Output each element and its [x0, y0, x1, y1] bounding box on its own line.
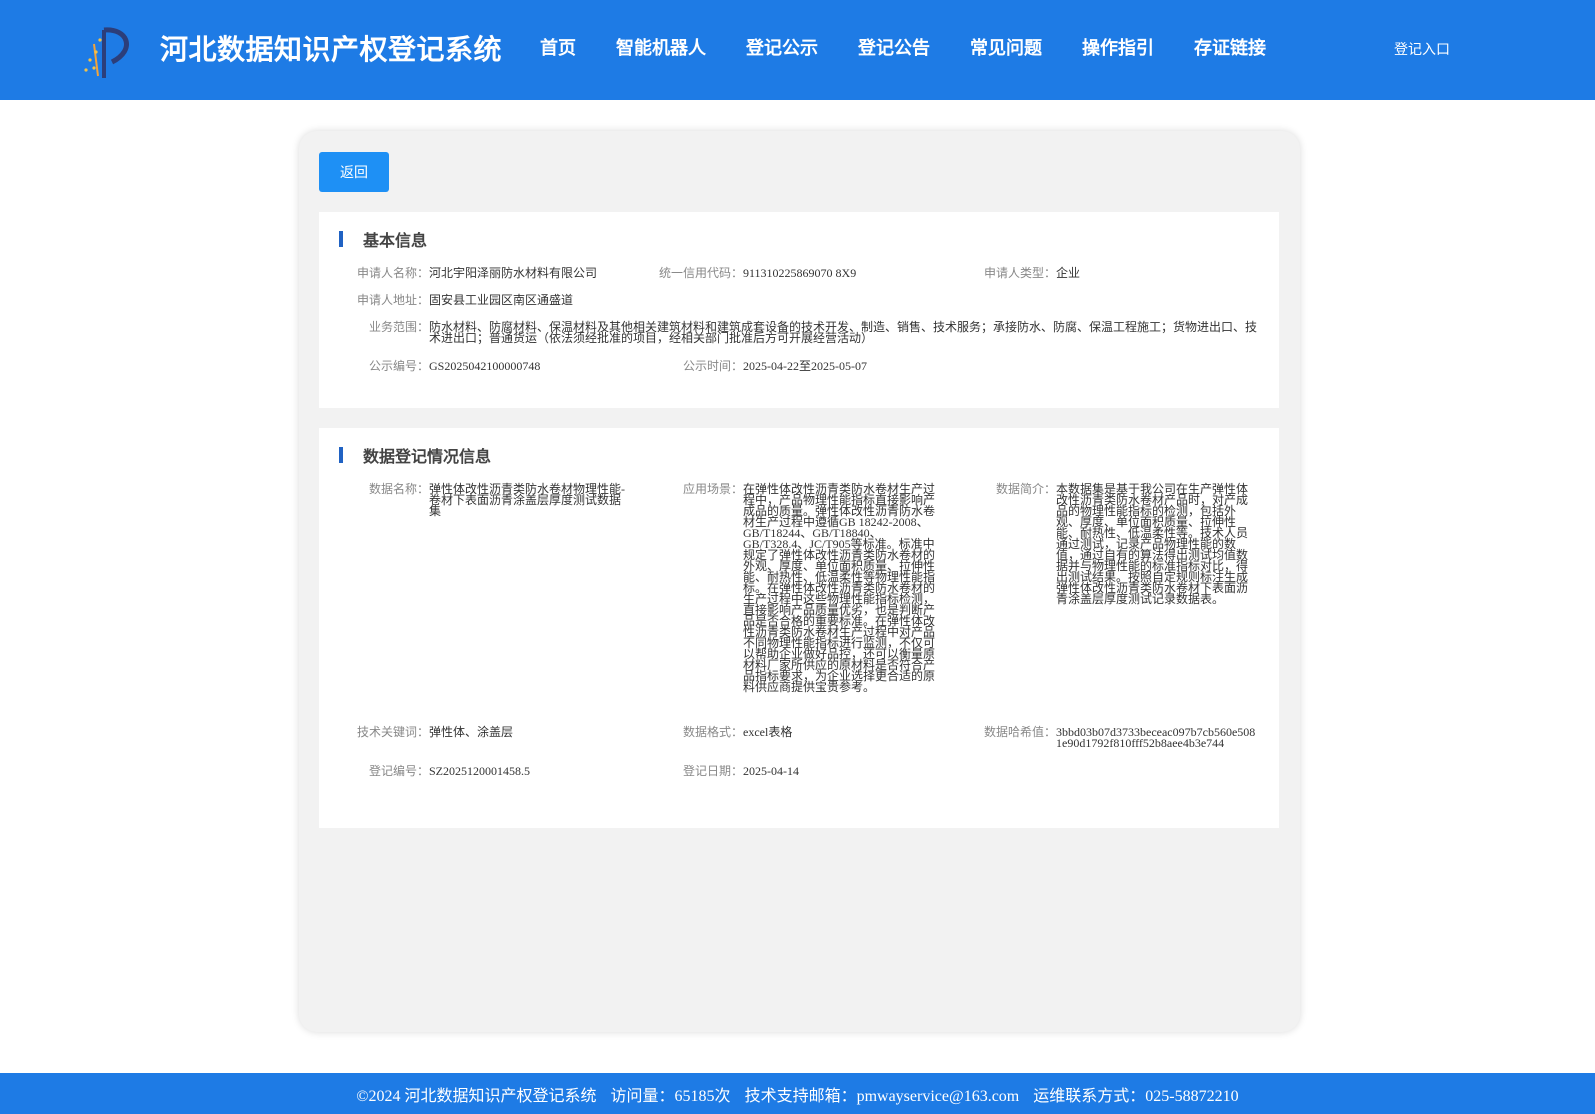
nav-faq[interactable]: 常见问题	[970, 34, 1042, 60]
nav-guide[interactable]: 操作指引	[1082, 34, 1154, 60]
title-marker	[339, 447, 343, 463]
credit-code-field: 统一信用代码： 911310225869070 8X9	[658, 266, 857, 280]
nav-publicity[interactable]: 登记公示	[746, 34, 818, 60]
main-nav: 首页 智能机器人 登记公示 登记公告 常见问题 操作指引 存证链接	[540, 34, 1306, 60]
footer-visit-count: 访问量：65185次	[610, 1087, 731, 1105]
data-intro-field: 数据简介： 本数据集是基于我公司在生产弹性体改性沥青类防水卷材产品时，对产成品的…	[995, 482, 1249, 606]
business-scope-field: 业务范围： 防水材料、防腐材料、保温材料及其他相关建筑材料和建筑成套设备的技术开…	[368, 320, 1258, 345]
notice-number-field: 公示编号： GS2025042100000748	[368, 359, 541, 373]
footer-contact-phone: 运维联系方式：025-58872210	[1033, 1087, 1239, 1105]
registration-info-card: 数据登记情况信息 数据名称： 弹性体改性沥青类防水卷材物理性能-卷材下表面沥青涂…	[319, 428, 1279, 828]
footer-copyright: ©2024 河北数据知识产权登记系统	[356, 1087, 597, 1105]
footer-bar: ©2024 河北数据知识产权登记系统 访问量：65185次 技术支持邮箱：pmw…	[0, 1073, 1595, 1114]
scenario-field: 应用场景： 在弹性体改性沥青类防水卷材生产过程中，产品物理性能指标直接影响产成品…	[682, 482, 936, 694]
nav-robot[interactable]: 智能机器人	[616, 34, 706, 60]
applicant-type-field: 申请人类型： 企业	[983, 266, 1081, 280]
data-hash-field: 数据哈希值： 3bbd03b07d3733beceac097b7cb560e50…	[983, 725, 1256, 750]
keywords-field: 技术关键词： 弹性体、涂盖层	[356, 725, 514, 739]
site-title: 河北数据知识产权登记系统	[160, 33, 503, 66]
applicant-address-field: 申请人地址： 固安县工业园区南区通盛道	[356, 293, 574, 307]
notice-time-field: 公示时间： 2025-04-22至2025-05-07	[682, 359, 867, 373]
registration-info-title: 数据登记情况信息	[339, 446, 491, 466]
data-name-field: 数据名称： 弹性体改性沥青类防水卷材物理性能-卷材下表面沥青涂盖层厚度测试数据集	[368, 482, 625, 518]
login-link[interactable]: 登记入口	[1394, 39, 1450, 59]
registration-number-field: 登记编号： SZ2025120001458.5	[368, 764, 531, 778]
nav-home[interactable]: 首页	[540, 34, 576, 60]
basic-info-card: 基本信息 申请人名称： 河北宇阳泽丽防水材料有限公司 统一信用代码： 91131…	[319, 212, 1279, 408]
detail-panel: 返回 基本信息 申请人名称： 河北宇阳泽丽防水材料有限公司 统一信用代码： 91…	[299, 131, 1300, 1032]
title-marker	[339, 231, 343, 247]
registration-date-field: 登记日期： 2025-04-14	[682, 764, 799, 778]
top-header: 河北数据知识产权登记系统 首页 智能机器人 登记公示 登记公告 常见问题 操作指…	[0, 0, 1595, 100]
data-format-field: 数据格式： excel表格	[682, 725, 793, 739]
nav-evidence-link[interactable]: 存证链接	[1194, 34, 1266, 60]
nav-announcement[interactable]: 登记公告	[858, 34, 930, 60]
applicant-name-field: 申请人名称： 河北宇阳泽丽防水材料有限公司	[356, 266, 598, 280]
back-button[interactable]: 返回	[319, 152, 389, 192]
logo-icon	[84, 27, 129, 78]
basic-info-title: 基本信息	[339, 230, 427, 250]
footer-support-email: 技术支持邮箱：pmwayservice@163.com	[744, 1087, 1020, 1105]
